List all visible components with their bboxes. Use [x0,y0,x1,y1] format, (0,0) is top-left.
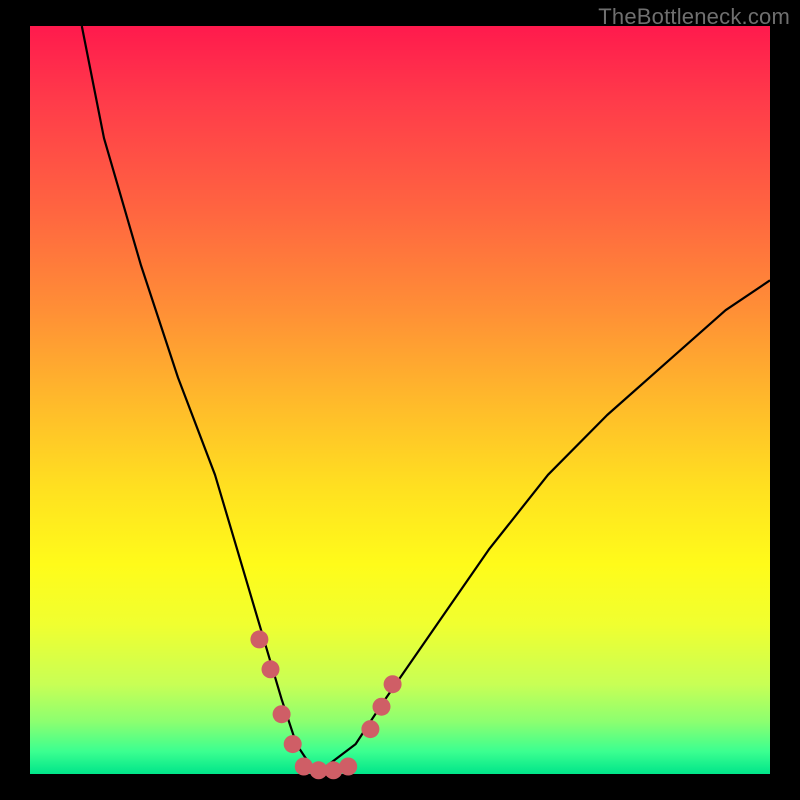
watermark-label: TheBottleneck.com [598,4,790,30]
chart-plot-area [30,26,770,774]
